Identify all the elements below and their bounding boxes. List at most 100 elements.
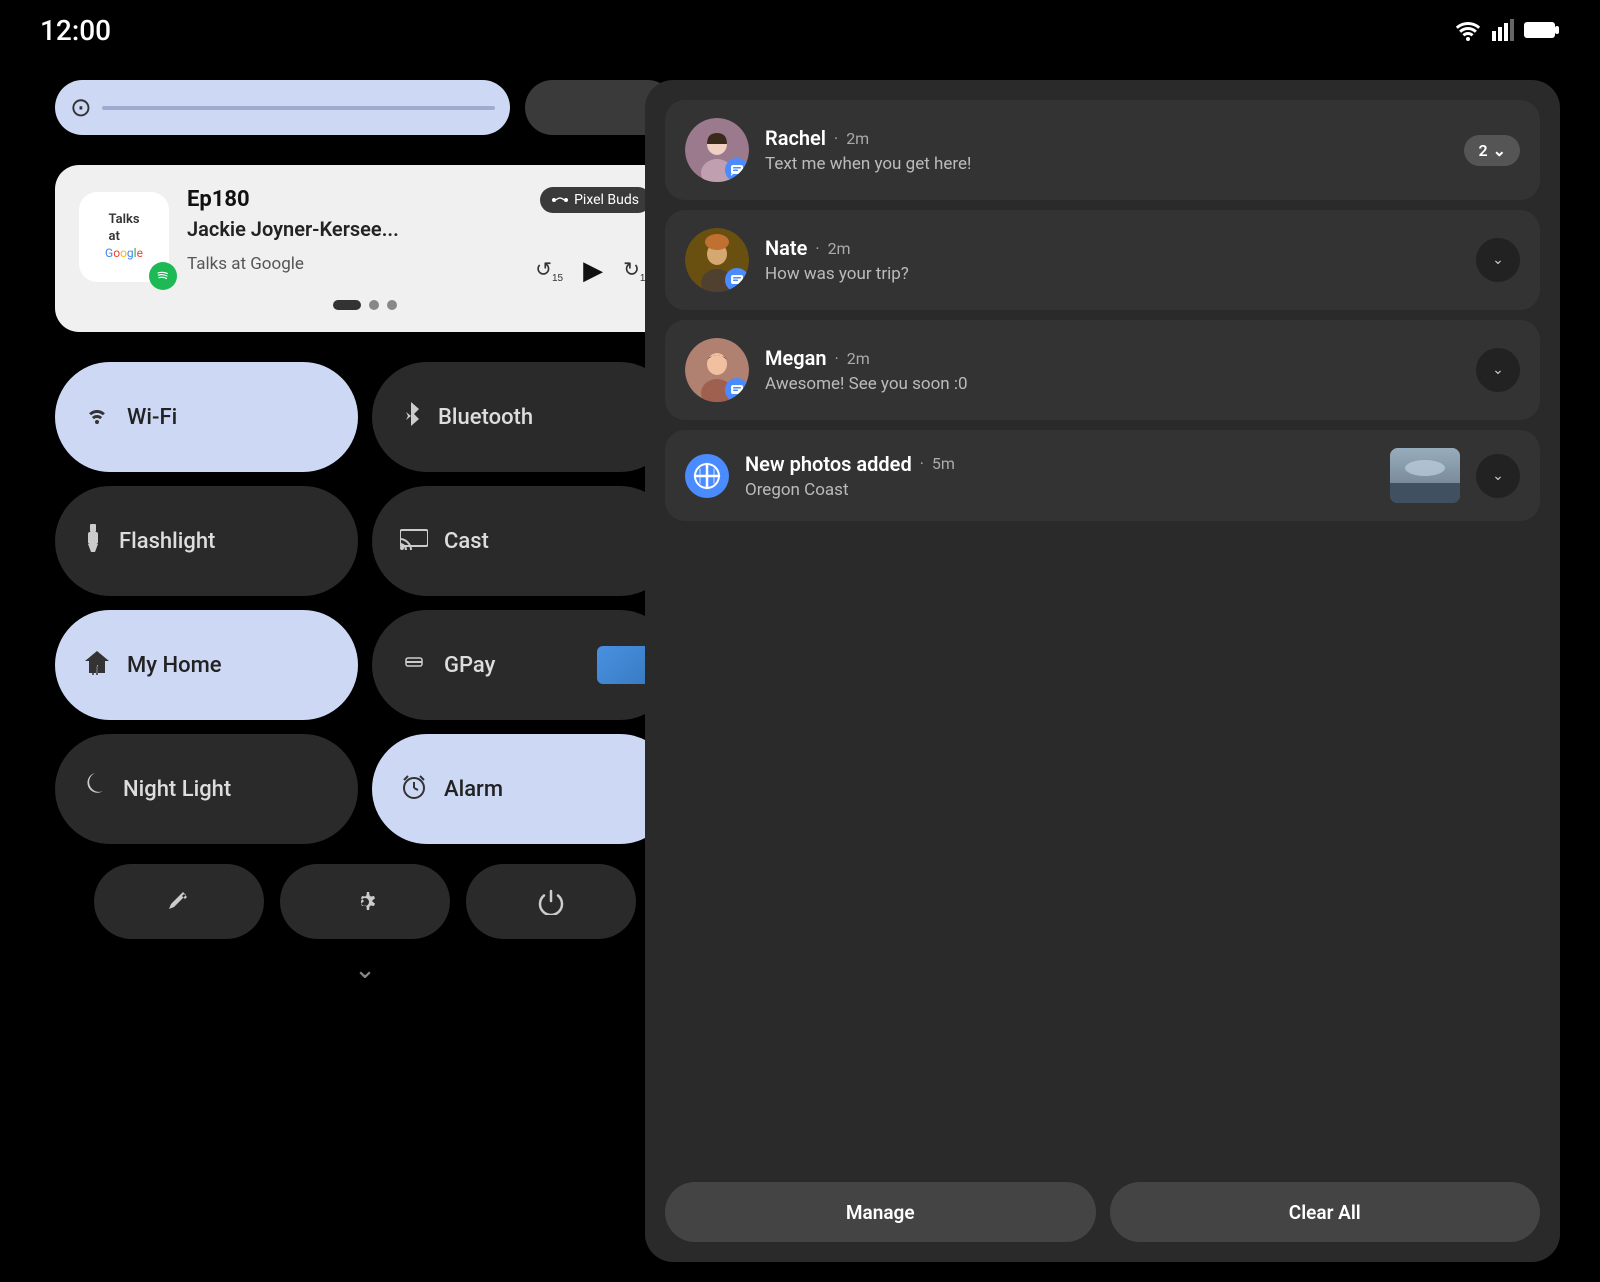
wifi-status-icon [1454, 19, 1482, 41]
pixel-buds-badge: Pixel Buds [540, 187, 651, 213]
bluetooth-label: Bluetooth [438, 405, 533, 430]
avatar-rachel [685, 118, 749, 182]
bluetooth-icon [400, 400, 422, 435]
notif-header-nate: Nate · 2m [765, 236, 1460, 260]
avatar-nate [685, 228, 749, 292]
media-episode: Ep180 [187, 187, 250, 212]
gpay-icon [400, 650, 428, 681]
status-icons [1454, 19, 1560, 41]
avatar-megan [685, 338, 749, 402]
alarm-icon [400, 772, 428, 807]
media-app-icon: Talksat Google [79, 192, 169, 282]
media-card-top: Talksat Google Ep180 [79, 187, 651, 286]
notif-message-nate: How was your trip? [765, 264, 1460, 284]
power-button[interactable] [466, 864, 636, 939]
cast-toggle[interactable]: Cast [372, 486, 675, 596]
brightness-row: ⊙ [55, 80, 675, 135]
notif-name-photos: New photos added [745, 452, 912, 476]
media-dot-1 [333, 300, 361, 310]
gpay-toggle[interactable]: GPay [372, 610, 675, 720]
media-title: Jackie Joyner-Kersee... [187, 217, 651, 241]
notification-content-rachel: Rachel · 2m Text me when you get here! [765, 126, 1448, 174]
bluetooth-toggle[interactable]: Bluetooth [372, 362, 675, 472]
cast-icon [400, 526, 428, 557]
flashlight-toggle[interactable]: Flashlight [55, 486, 358, 596]
notifications-panel: Rachel · 2m Text me when you get here! 2… [645, 80, 1560, 1262]
notification-rachel[interactable]: Rachel · 2m Text me when you get here! 2… [665, 100, 1540, 200]
expand-nate[interactable]: ⌄ [1476, 238, 1520, 282]
manage-button[interactable]: Manage [665, 1182, 1096, 1242]
play-button[interactable]: ▶ [583, 255, 603, 286]
signal-status-icon [1492, 19, 1514, 41]
notif-header-photos: New photos added · 5m [745, 452, 1374, 476]
status-bar: 12:00 [0, 0, 1600, 60]
notif-count-value: 2 [1478, 141, 1487, 160]
photos-app-icon [685, 454, 729, 498]
myhome-label: My Home [127, 653, 222, 678]
expand-photos[interactable]: ⌄ [1476, 454, 1520, 498]
bottom-toolbar [55, 864, 675, 939]
media-dots [79, 300, 651, 310]
home-icon [83, 649, 111, 682]
notif-count-rachel[interactable]: 2 ⌄ [1464, 135, 1520, 166]
brightness-track [102, 106, 495, 110]
media-dot-2 [369, 300, 379, 310]
rewind-button[interactable]: ↺15 [535, 257, 563, 284]
google-text: Google [105, 246, 143, 262]
notification-content-megan: Megan · 2m Awesome! See you soon :0 [765, 346, 1460, 394]
notif-name-megan: Megan [765, 346, 827, 370]
media-card[interactable]: Talksat Google Ep180 [55, 165, 675, 332]
message-badge-nate [725, 268, 749, 292]
toggle-grid: Wi-Fi Bluetooth Flashlight [55, 362, 675, 844]
notif-time-rachel: · [834, 129, 838, 148]
notification-nate[interactable]: Nate · 2m How was your trip? ⌄ [665, 210, 1540, 310]
flashlight-icon [83, 524, 103, 559]
expand-megan[interactable]: ⌄ [1476, 348, 1520, 392]
notification-photos[interactable]: New photos added · 5m Oregon Coast [665, 430, 1540, 521]
notif-dot-megan: · [835, 349, 839, 368]
brightness-icon: ⊙ [70, 93, 92, 123]
chevron-down-rachel: ⌄ [1493, 141, 1506, 160]
flashlight-label: Flashlight [119, 529, 215, 554]
left-panel: ⊙ Talksat Google [55, 80, 675, 1262]
pixel-buds-label: Pixel Buds [574, 192, 639, 208]
gpay-label: GPay [444, 653, 495, 678]
spacer [665, 531, 1540, 1164]
wifi-icon [83, 402, 111, 433]
notif-header-rachel: Rachel · 2m [765, 126, 1448, 150]
brightness-slider[interactable]: ⊙ [55, 80, 510, 135]
cast-label: Cast [444, 529, 489, 554]
notif-time-rachel-val: 2m [846, 129, 869, 148]
media-info-top: Ep180 Pixel Buds [187, 187, 651, 213]
alarm-toggle[interactable]: Alarm [372, 734, 675, 844]
media-info: Ep180 Pixel Buds Jackie Joyner-Kersee...… [187, 187, 651, 286]
power-icon [538, 889, 564, 915]
notif-header-megan: Megan · 2m [765, 346, 1460, 370]
settings-icon [352, 889, 378, 915]
media-subtitle: Talks at Google [187, 254, 304, 274]
clear-all-button[interactable]: Clear All [1110, 1182, 1541, 1242]
notification-megan[interactable]: Megan · 2m Awesome! See you soon :0 ⌄ [665, 320, 1540, 420]
notif-time-nate: 2m [828, 239, 851, 258]
notification-actions: Manage Clear All [665, 1182, 1540, 1242]
moon-icon [83, 773, 107, 806]
notif-dot-nate: · [815, 239, 819, 258]
nightlight-toggle[interactable]: Night Light [55, 734, 358, 844]
battery-status-icon [1524, 19, 1560, 41]
collapse-chevron[interactable]: ⌄ [55, 955, 675, 985]
notif-name-rachel: Rachel [765, 126, 826, 150]
myhome-toggle[interactable]: My Home [55, 610, 358, 720]
message-badge-megan [725, 378, 749, 402]
edit-icon [166, 889, 192, 915]
notif-dot-photos: · [920, 454, 924, 473]
photo-thumbnail [1390, 448, 1460, 503]
chevron-down-icon: ⌄ [354, 955, 376, 985]
status-time: 12:00 [40, 14, 111, 47]
notif-time-photos: 5m [932, 454, 955, 473]
nightlight-label: Night Light [123, 777, 231, 802]
alarm-label: Alarm [444, 777, 503, 802]
wifi-toggle[interactable]: Wi-Fi [55, 362, 358, 472]
wifi-label: Wi-Fi [127, 405, 177, 430]
edit-button[interactable] [94, 864, 264, 939]
settings-button[interactable] [280, 864, 450, 939]
